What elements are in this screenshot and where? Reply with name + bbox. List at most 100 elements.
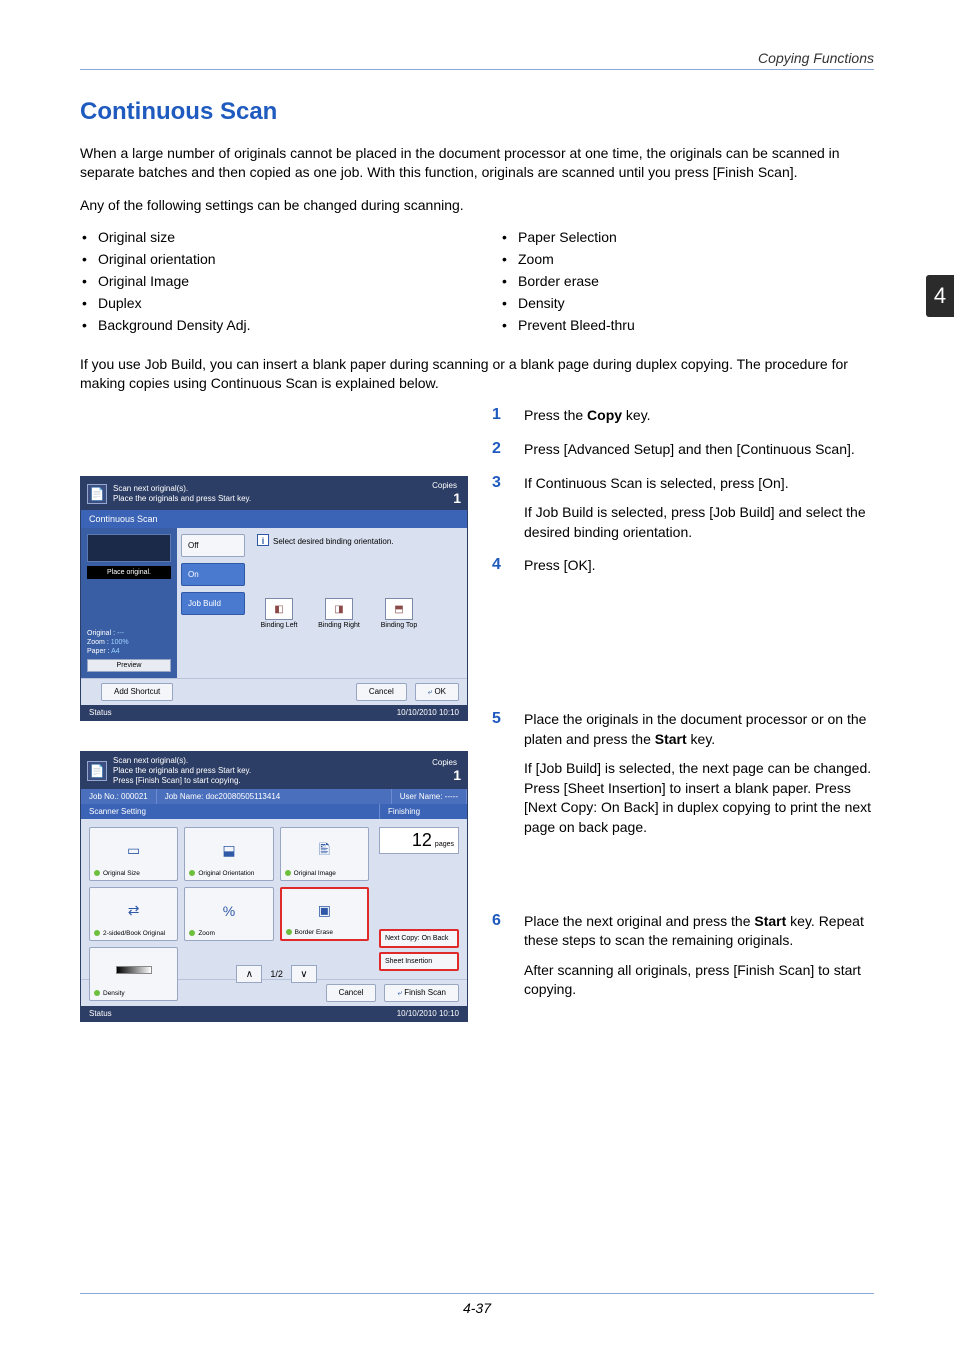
binding-left-button[interactable]: ◧Binding Left xyxy=(257,598,301,629)
list-item: Original orientation xyxy=(80,251,460,267)
step-number: 1 xyxy=(492,406,506,426)
settings-list-left: Original size Original orientation Origi… xyxy=(80,229,460,339)
info-zoom-value: 100% xyxy=(111,639,129,646)
two-sided-button[interactable]: ⇄2-sided/Book Original xyxy=(89,887,178,941)
info-paper-label: Paper xyxy=(87,648,106,655)
two-sided-icon: ⇄ xyxy=(94,891,173,930)
step-2: 2 Press [Advanced Setup] and then [Conti… xyxy=(492,440,874,460)
binding-top-button[interactable]: ⬒Binding Top xyxy=(377,598,421,629)
copies-value: 1 xyxy=(432,490,461,506)
step-6: 6 Place the next original and press the … xyxy=(492,912,874,1000)
step-4: 4 Press [OK]. xyxy=(492,556,874,576)
density-icon xyxy=(94,951,173,990)
copies-label: Copies xyxy=(432,758,457,767)
copies-label: Copies xyxy=(432,481,457,490)
step-number: 3 xyxy=(492,474,506,543)
pages-value: 12 xyxy=(412,830,432,851)
page-up-button[interactable]: ∧ xyxy=(236,965,262,983)
job-number: Job No.: 000021 xyxy=(81,789,157,804)
header-line1: Scan next original(s). xyxy=(113,484,426,494)
original-size-icon: ▭ xyxy=(94,831,173,870)
original-image-button[interactable]: 🖺Original Image xyxy=(280,827,369,881)
status-datetime: 10/10/2010 10:10 xyxy=(397,708,459,717)
list-item: Original size xyxy=(80,229,460,245)
on-button[interactable]: On xyxy=(181,563,245,586)
zoom-button[interactable]: %Zoom xyxy=(184,887,273,941)
page-down-button[interactable]: ∨ xyxy=(291,965,317,983)
list-item: Zoom xyxy=(500,251,635,267)
user-name: User Name: ----- xyxy=(392,789,467,804)
chapter-tab: 4 xyxy=(926,275,954,317)
step-number: 2 xyxy=(492,440,506,460)
original-size-button[interactable]: ▭Original Size xyxy=(89,827,178,881)
list-item: Density xyxy=(500,295,635,311)
intro-paragraph-3: If you use Job Build, you can insert a b… xyxy=(80,355,874,393)
list-item: Original Image xyxy=(80,273,460,289)
pages-label: pages xyxy=(435,841,454,848)
step-number: 5 xyxy=(492,710,506,838)
job-name: Job Name: doc20080505113414 xyxy=(157,789,392,804)
section-title: Continuous Scan xyxy=(80,98,874,126)
sheet-insertion-button[interactable]: Sheet Insertion xyxy=(379,952,459,971)
off-button[interactable]: Off xyxy=(181,534,245,557)
status-datetime: 10/10/2010 10:10 xyxy=(397,1009,459,1018)
info-original-label: Original xyxy=(87,630,111,637)
list-item: Background Density Adj. xyxy=(80,317,460,333)
info-paper-value: A4 xyxy=(111,648,120,655)
screenshot-continuous-scan: 📄 Scan next original(s). Place the origi… xyxy=(80,476,468,721)
border-erase-icon: ▣ xyxy=(286,892,363,929)
header-line2: Place the originals and press Start key. xyxy=(113,766,426,776)
zoom-icon: % xyxy=(189,891,268,930)
original-orientation-icon: ⬓ xyxy=(189,831,268,870)
density-button[interactable]: Density xyxy=(89,947,178,1001)
info-zoom-label: Zoom xyxy=(87,639,105,646)
step-5: 5 Place the originals in the document pr… xyxy=(492,710,874,838)
pages-counter: 12 pages xyxy=(379,827,459,854)
step-3: 3 If Continuous Scan is selected, press … xyxy=(492,474,874,543)
status-label[interactable]: Status xyxy=(89,1009,112,1018)
page-number: 4-37 xyxy=(80,1293,874,1316)
next-copy-button[interactable]: Next Copy: On Back xyxy=(379,929,459,948)
binding-right-icon: ◨ xyxy=(325,598,353,620)
border-erase-button[interactable]: ▣Border Erase xyxy=(280,887,369,941)
header-line3: Press [Finish Scan] to start copying. xyxy=(113,776,426,786)
header-line1: Scan next original(s). xyxy=(113,756,426,766)
place-original-label: Place original. xyxy=(87,566,171,579)
cancel-button[interactable]: Cancel xyxy=(326,984,377,1002)
header-line2: Place the originals and press Start key. xyxy=(113,494,426,504)
intro-paragraph-1: When a large number of originals cannot … xyxy=(80,144,874,182)
finish-scan-button[interactable]: ⤶ Finish Scan xyxy=(384,984,459,1002)
binding-top-icon: ⬒ xyxy=(385,598,413,620)
binding-left-icon: ◧ xyxy=(265,598,293,620)
page-indicator: 1/2 xyxy=(270,969,283,979)
binding-hint: Select desired binding orientation. xyxy=(273,537,394,546)
screenshot-scanner-setting: 📄 Scan next original(s). Place the origi… xyxy=(80,751,468,1022)
info-icon: i xyxy=(257,534,269,546)
cancel-button[interactable]: Cancel xyxy=(356,683,407,701)
ok-button[interactable]: ⤶ OK xyxy=(415,683,459,701)
step-number: 6 xyxy=(492,912,506,1000)
preview-button[interactable]: Preview xyxy=(87,659,171,672)
intro-paragraph-2: Any of the following settings can be cha… xyxy=(80,196,874,215)
original-orientation-button[interactable]: ⬓Original Orientation xyxy=(184,827,273,881)
step-1: 1 Press the Copy key. xyxy=(492,406,874,426)
list-item: Paper Selection xyxy=(500,229,635,245)
info-original-value: --- xyxy=(117,630,124,637)
scanner-setting-title: Scanner Setting xyxy=(81,804,379,819)
tab-continuous-scan[interactable]: Continuous Scan xyxy=(81,510,467,528)
list-item: Prevent Bleed-thru xyxy=(500,317,635,333)
running-head: Copying Functions xyxy=(80,50,874,70)
copy-mode-icon: 📄 xyxy=(87,761,107,781)
add-shortcut-button[interactable]: Add Shortcut xyxy=(101,683,173,701)
finishing-title: Finishing xyxy=(379,804,467,819)
step-number: 4 xyxy=(492,556,506,576)
binding-right-button[interactable]: ◨Binding Right xyxy=(317,598,361,629)
status-label[interactable]: Status xyxy=(89,708,112,717)
list-item: Border erase xyxy=(500,273,635,289)
original-image-icon: 🖺 xyxy=(285,831,364,870)
copy-mode-icon: 📄 xyxy=(87,484,107,504)
settings-list-right: Paper Selection Zoom Border erase Densit… xyxy=(500,229,635,339)
list-item: Duplex xyxy=(80,295,460,311)
job-build-button[interactable]: Job Build xyxy=(181,592,245,615)
copies-value: 1 xyxy=(432,767,461,783)
